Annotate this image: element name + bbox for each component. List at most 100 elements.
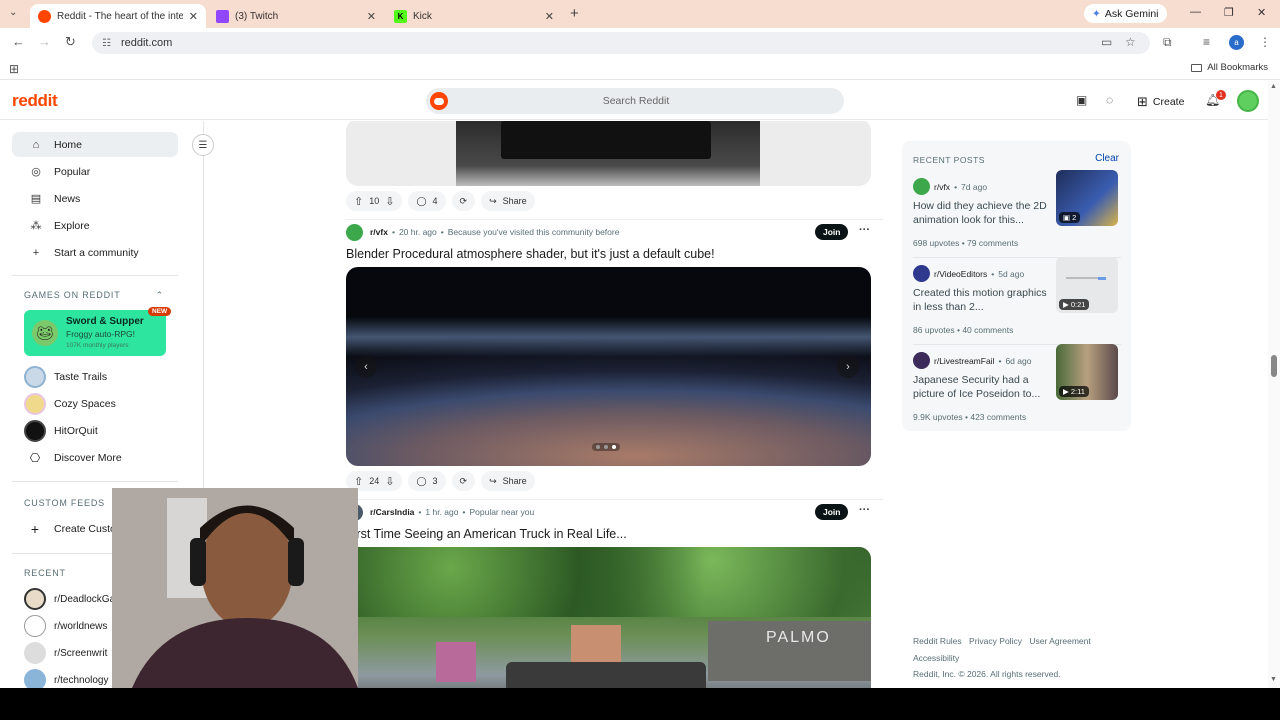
carousel-prev-button[interactable]: ‹: [355, 356, 377, 378]
advertise-icon[interactable]: ▣: [1076, 93, 1087, 107]
join-button[interactable]: Join: [815, 504, 849, 520]
media-controls-icon[interactable]: ≡: [1203, 35, 1210, 49]
tab-reddit[interactable]: Reddit - The heart of the intern ✕: [30, 4, 206, 28]
new-tab-icon[interactable]: +: [570, 5, 579, 22]
footer-link[interactable]: Reddit Rules: [913, 636, 962, 646]
clear-recent-button[interactable]: Clear: [1095, 153, 1119, 164]
upvote-icon[interactable]: ⇧: [354, 475, 363, 488]
install-app-icon[interactable]: ▭: [1101, 35, 1112, 49]
all-bookmarks-button[interactable]: All Bookmarks: [1191, 62, 1268, 73]
user-avatar[interactable]: [1237, 90, 1259, 112]
share-label: Share: [502, 476, 527, 486]
browser-menu-icon[interactable]: ⋮: [1259, 35, 1271, 49]
sidebar-item-popular[interactable]: ◎ Popular: [12, 159, 178, 184]
subreddit-link[interactable]: r/vfx: [934, 182, 950, 192]
subreddit-link[interactable]: r/CarsIndia: [370, 507, 414, 517]
recent-community[interactable]: r/Screenwrit: [24, 642, 107, 664]
apps-grid-icon[interactable]: ⊞: [9, 62, 19, 76]
scroll-up-icon[interactable]: ▲: [1270, 83, 1277, 90]
page-scrollbar[interactable]: ▲ ▼: [1268, 81, 1280, 688]
downvote-icon[interactable]: ⇩: [385, 475, 394, 488]
post-media-carousel[interactable]: ‹ ›: [346, 267, 871, 466]
join-button[interactable]: Join: [815, 224, 849, 240]
close-tab-icon[interactable]: ✕: [545, 10, 554, 23]
search-input[interactable]: Search Reddit: [426, 88, 844, 114]
more-options-icon[interactable]: ···: [859, 504, 870, 516]
vote-pill: ⇧ 10 ⇩: [346, 191, 403, 211]
subreddit-link[interactable]: r/vfx: [370, 227, 388, 237]
crosspost-button[interactable]: ⟳: [451, 471, 476, 491]
comments-button[interactable]: ◯ 3: [408, 471, 446, 491]
sidebar-item-explore[interactable]: ⁂ Explore: [12, 213, 178, 238]
recent-post-item[interactable]: r/LivestreamFail • 6d ago Japanese Secur…: [913, 344, 1121, 434]
subreddit-icon[interactable]: [346, 223, 363, 241]
subreddit-link[interactable]: r/LivestreamFail: [934, 356, 994, 366]
tab-twitch[interactable]: (3) Twitch ✕: [208, 4, 384, 28]
recent-post-thumbnail[interactable]: ▣ 2: [1056, 170, 1118, 226]
extensions-icon[interactable]: ⧉: [1163, 35, 1172, 50]
recent-post-item[interactable]: r/VideoEditors • 5d ago Created this mot…: [913, 257, 1121, 347]
share-button[interactable]: ↪ Share: [481, 191, 535, 211]
gemini-sparkle-icon: ✦: [1092, 7, 1101, 20]
tab-kick[interactable]: K Kick ✕: [386, 4, 562, 28]
address-bar[interactable]: ☷ reddit.com: [92, 32, 1150, 54]
chat-icon[interactable]: ◌: [1106, 93, 1113, 107]
subreddit-link[interactable]: r/VideoEditors: [934, 269, 987, 279]
post-separator: [346, 499, 883, 500]
featured-game-card[interactable]: 🐸︎ Sword & Supper Froggy auto-RPG! 107K …: [24, 310, 166, 356]
footer-link[interactable]: User Agreement: [1029, 636, 1090, 646]
carousel-next-button[interactable]: ›: [837, 356, 859, 378]
minimize-icon[interactable]: —: [1190, 6, 1201, 18]
close-tab-icon[interactable]: ✕: [189, 10, 198, 23]
maximize-icon[interactable]: ❐: [1224, 6, 1234, 19]
reload-icon[interactable]: ↻: [65, 34, 76, 50]
post-media[interactable]: [346, 121, 871, 186]
recent-heading: RECENT: [24, 568, 66, 578]
game-item-taste-trails[interactable]: Taste Trails: [24, 365, 107, 389]
post-title[interactable]: First Time Seeing an American Truck in R…: [346, 527, 627, 541]
forward-arrow-icon[interactable]: →: [38, 34, 51, 49]
crosspost-button[interactable]: ⟳: [451, 191, 476, 211]
back-arrow-icon[interactable]: ←: [12, 34, 25, 49]
game-title: Sword & Supper: [66, 316, 144, 327]
recent-post-title[interactable]: Japanese Security had a picture of Ice P…: [913, 374, 1051, 401]
share-button[interactable]: ↪ Share: [481, 471, 535, 491]
reddit-logo[interactable]: reddit: [12, 91, 58, 111]
footer-link[interactable]: Privacy Policy: [969, 636, 1022, 646]
recent-post-title[interactable]: How did they achieve the 2D animation lo…: [913, 200, 1051, 227]
downvote-icon[interactable]: ⇩: [385, 195, 394, 208]
footer-link[interactable]: Accessibility: [913, 650, 1123, 667]
scrollbar-thumb[interactable]: [1271, 355, 1277, 377]
upvote-icon[interactable]: ⇧: [354, 195, 363, 208]
tab-search-icon[interactable]: ⌄: [9, 7, 17, 18]
more-options-icon[interactable]: ···: [859, 224, 870, 236]
create-post-button[interactable]: ⊞ Create: [1137, 94, 1184, 110]
sidebar-item-home[interactable]: ⌂ Home: [12, 132, 178, 157]
game-item-cozy-spaces[interactable]: Cozy Spaces: [24, 392, 116, 416]
recent-post-thumbnail[interactable]: ▶ 0:21: [1056, 257, 1118, 313]
subreddit-icon: [913, 352, 930, 369]
discover-more-games[interactable]: ⎔ Discover More: [24, 446, 122, 470]
scroll-down-icon[interactable]: ▼: [1270, 676, 1277, 683]
ask-gemini-button[interactable]: ✦ Ask Gemini: [1084, 4, 1167, 23]
recent-post-title[interactable]: Created this motion graphics in less tha…: [913, 287, 1051, 314]
post-media[interactable]: PALMO: [346, 547, 871, 688]
recent-post-thumbnail[interactable]: ▶ 2:11: [1056, 344, 1118, 400]
recent-community[interactable]: r/worldnews: [24, 615, 107, 637]
site-info-icon[interactable]: ☷: [102, 38, 111, 49]
recent-post-item[interactable]: r/vfx • 7d ago How did they achieve the …: [913, 170, 1121, 260]
gallery-icon: ▣: [1063, 213, 1073, 222]
games-section-header[interactable]: GAMES ON REDDIT ⌃: [24, 290, 164, 301]
recent-community[interactable]: r/technology: [24, 669, 108, 688]
game-item-hitorquit[interactable]: HitOrQuit: [24, 419, 98, 443]
video-duration-badge: ▶ 2:11: [1059, 386, 1089, 397]
sidebar-item-start-community[interactable]: + Start a community: [12, 240, 178, 265]
truck-image: [506, 662, 706, 688]
comments-button[interactable]: ◯ 4: [408, 191, 446, 211]
close-window-icon[interactable]: ✕: [1257, 6, 1266, 19]
profile-avatar[interactable]: a: [1229, 35, 1244, 50]
close-tab-icon[interactable]: ✕: [367, 10, 376, 23]
sidebar-item-news[interactable]: ▤ News: [12, 186, 178, 211]
post-title[interactable]: Blender Procedural atmosphere shader, bu…: [346, 247, 715, 261]
bookmark-star-icon[interactable]: ☆: [1125, 35, 1136, 49]
